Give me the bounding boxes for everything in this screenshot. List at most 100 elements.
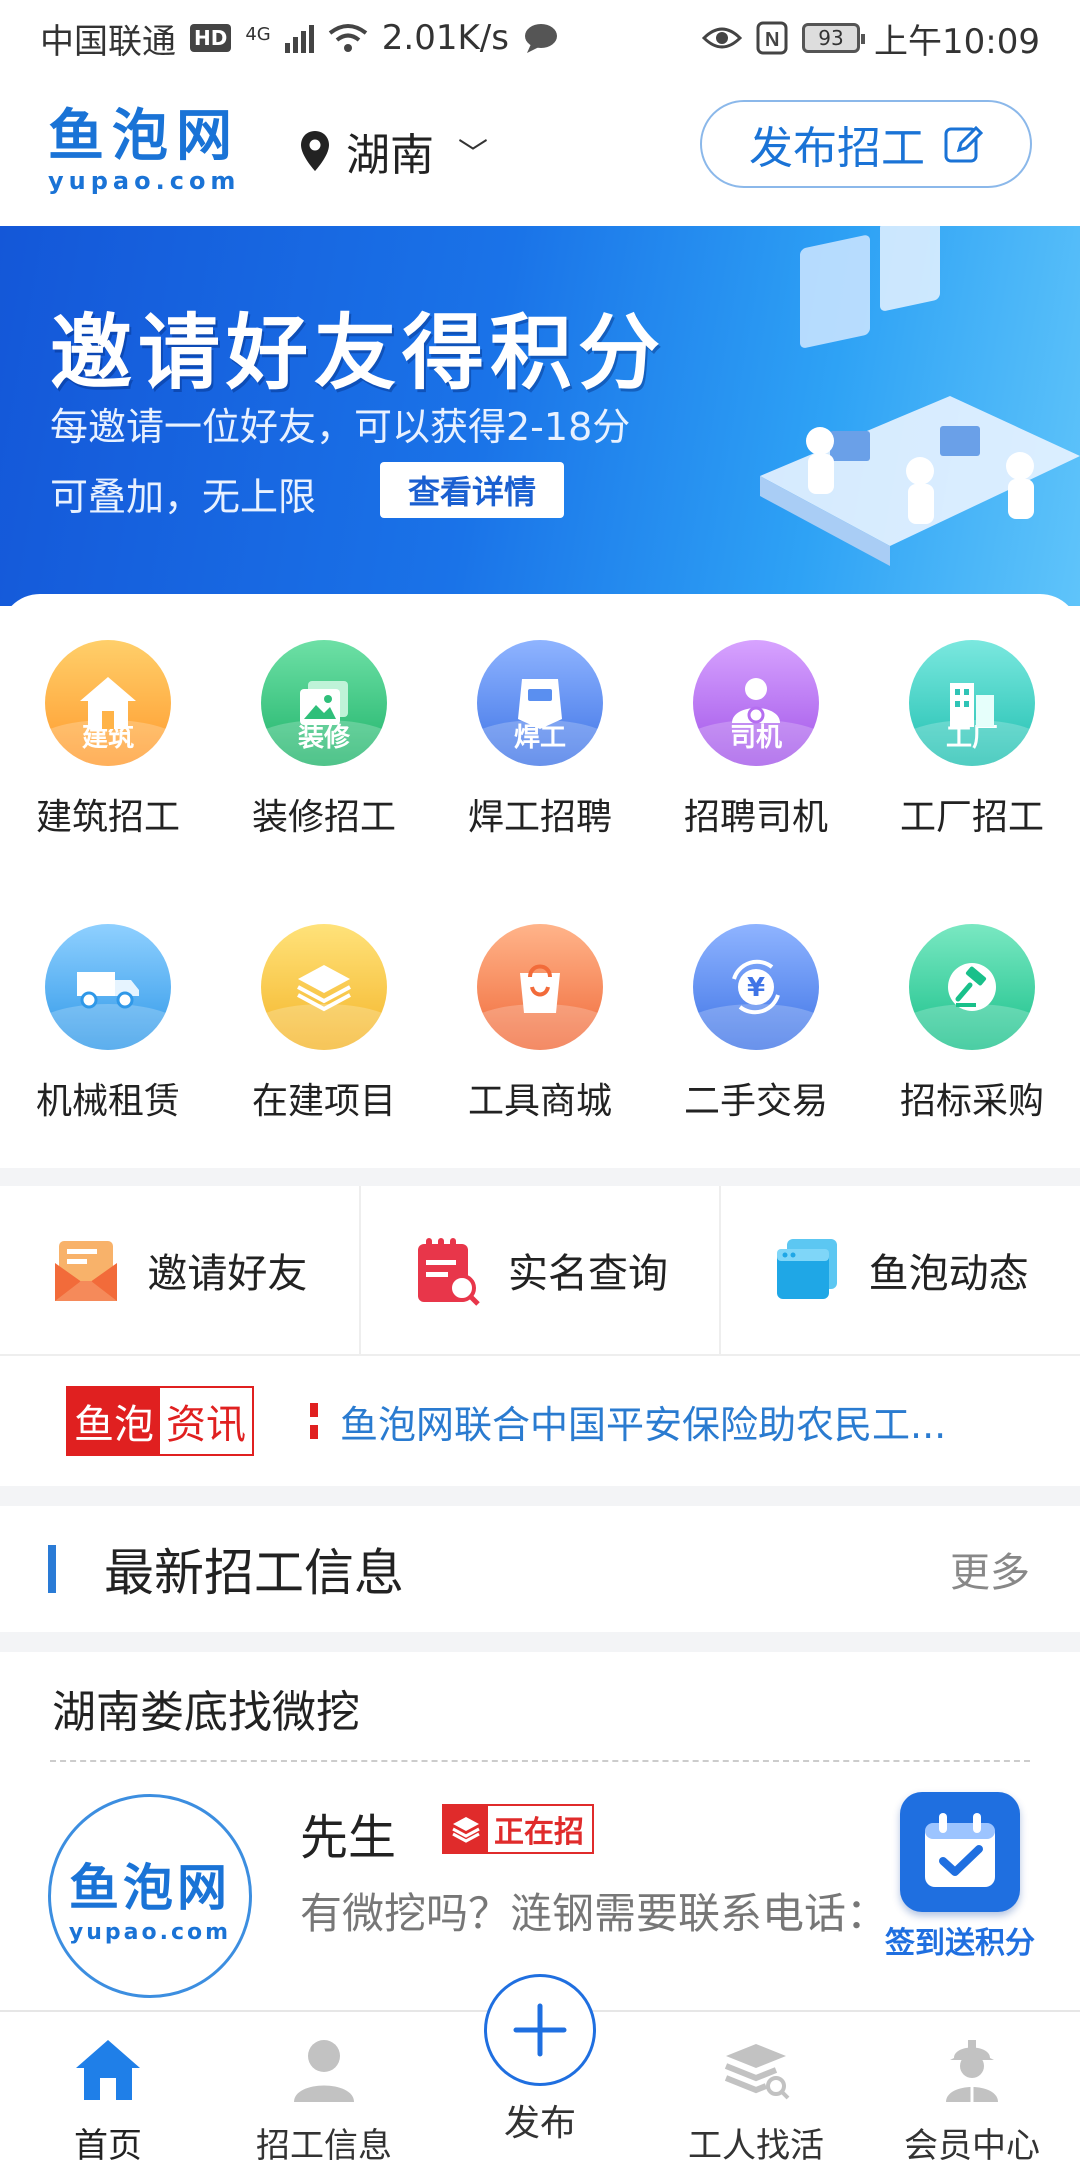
invite-envelope-icon bbox=[55, 1241, 118, 1301]
tab-member[interactable]: 会员中心 bbox=[864, 2012, 1080, 2160]
tab-label: 会员中心 bbox=[904, 2126, 1040, 2160]
category-label: 焊工招聘 bbox=[467, 797, 612, 838]
promo-banner[interactable]: 邀请好友得积分 每邀请一位好友，可以获得2-18分 可叠加，无上限 查看详情 bbox=[0, 226, 1080, 606]
category-label: 在建项目 bbox=[251, 1081, 396, 1122]
wifi-icon bbox=[328, 24, 367, 52]
section-divider bbox=[0, 1632, 1080, 1652]
category-grid: 建筑 建筑招工 装修 装修招工 焊工 焊工招聘 司机 招聘司机 工厂 工厂招工 机械租赁 在建项目工… bbox=[0, 594, 1080, 1168]
logo-cn: 鱼泡网 bbox=[48, 104, 240, 169]
nfc-icon: N bbox=[756, 21, 788, 55]
quick-link-id-search[interactable]: 实名查询 bbox=[361, 1186, 722, 1354]
books-search-icon bbox=[718, 2036, 794, 2104]
banner-subtitle-1: 每邀请一位好友，可以获得2-18分 bbox=[50, 405, 631, 449]
driver-icon: 司机 bbox=[693, 640, 819, 766]
avatar: 鱼泡网 yupao.com bbox=[48, 1794, 252, 1998]
tab-publish[interactable]: 发布 bbox=[432, 1974, 648, 2160]
category-label: 装修招工 bbox=[251, 797, 396, 838]
tab-label: 招工信息 bbox=[256, 2126, 392, 2160]
dashed-divider bbox=[50, 1760, 1030, 1762]
latest-jobs-header: 最新招工信息 更多 bbox=[0, 1506, 1080, 1632]
banner-details-button[interactable]: 查看详情 bbox=[380, 462, 564, 518]
network-speed: 2.01K/s bbox=[381, 18, 509, 58]
shopping-bag-icon bbox=[477, 924, 603, 1050]
welding-mask-icon: 焊工 bbox=[477, 640, 603, 766]
category-item[interactable]: ¥ 二手交易 bbox=[648, 924, 864, 1124]
tab-jobs[interactable]: 招工信息 bbox=[216, 2012, 432, 2160]
section-title: 最新招工信息 bbox=[104, 1544, 404, 1602]
plus-icon bbox=[484, 1974, 596, 2086]
hd-badge: HD bbox=[190, 24, 232, 52]
truck-icon bbox=[45, 924, 171, 1050]
post-job-label: 发布招工 bbox=[749, 123, 925, 174]
quick-link-label: 实名查询 bbox=[508, 1251, 668, 1297]
category-item[interactable]: 装修 装修招工 bbox=[216, 640, 432, 840]
category-item[interactable]: 焊工 焊工招聘 bbox=[432, 640, 648, 840]
signal-icon bbox=[284, 23, 314, 53]
user-icon bbox=[286, 2036, 362, 2104]
id-search-icon bbox=[418, 1238, 480, 1306]
category-label: 工具商城 bbox=[467, 1081, 612, 1122]
factory-icon: 工厂 bbox=[909, 640, 1035, 766]
office-illustration-icon bbox=[760, 226, 1080, 566]
tab-label: 首页 bbox=[74, 2126, 142, 2160]
news-separator-icon bbox=[310, 1403, 318, 1439]
category-item[interactable]: 招标采购 bbox=[864, 924, 1080, 1124]
status-badge: 正在招 bbox=[442, 1804, 594, 1854]
category-label: 工厂招工 bbox=[899, 797, 1044, 838]
network-type: 4G bbox=[245, 23, 271, 45]
eye-icon bbox=[702, 27, 743, 49]
more-link[interactable]: 更多 bbox=[950, 1540, 1030, 1598]
job-description: 有微挖吗？涟钢需要联系电话： bbox=[300, 1889, 889, 1938]
quick-link-label: 邀请好友 bbox=[147, 1251, 308, 1297]
news-badge-part-a: 鱼泡 bbox=[68, 1388, 160, 1454]
news-badge-part-b: 资讯 bbox=[160, 1388, 252, 1454]
news-ticker[interactable]: 鱼泡 资讯 鱼泡网联合中国平安保险助农民工... bbox=[0, 1356, 1080, 1486]
poster-name: 先生 bbox=[300, 1810, 397, 1866]
status-left: 中国联通 HD 4G 2.01K/s bbox=[40, 14, 559, 63]
location-selector[interactable]: 湖南 ﹀ bbox=[300, 119, 488, 183]
category-row-1: 建筑 建筑招工 装修 装修招工 焊工 焊工招聘 司机 招聘司机 工厂 工厂招工 bbox=[0, 640, 1080, 840]
quick-link-news[interactable]: 鱼泡动态 bbox=[721, 1186, 1080, 1354]
section-divider bbox=[0, 1486, 1080, 1506]
category-item[interactable]: 司机 招聘司机 bbox=[648, 640, 864, 840]
status-bar: 中国联通 HD 4G 2.01K/s N 93 上午10:09 bbox=[0, 0, 1080, 76]
picture-icon: 装修 bbox=[261, 640, 387, 766]
post-job-button[interactable]: 发布招工 bbox=[700, 100, 1032, 188]
category-label: 招聘司机 bbox=[683, 797, 828, 838]
category-label: 建筑招工 bbox=[35, 797, 180, 838]
category-label: 机械租赁 bbox=[35, 1081, 180, 1122]
checkin-float-button[interactable]: 签到送积分 bbox=[880, 1792, 1040, 1962]
avatar-logo-en: yupao.com bbox=[68, 1919, 232, 1945]
quick-link-invite[interactable]: 邀请好友 bbox=[0, 1186, 361, 1354]
edit-icon bbox=[944, 125, 983, 163]
header: 鱼泡网 yupao.com 湖南 ﹀ 发布招工 bbox=[0, 76, 1080, 226]
layers-icon bbox=[261, 924, 387, 1050]
category-item[interactable]: 在建项目 bbox=[216, 924, 432, 1124]
yuan-exchange-icon: ¥ bbox=[693, 924, 819, 1050]
news-headline[interactable]: 鱼泡网联合中国平安保险助农民工... bbox=[340, 1394, 1020, 1449]
status-label: 正在招 bbox=[494, 1815, 584, 1850]
tab-find-work[interactable]: 工人找活 bbox=[648, 2012, 864, 2160]
category-item[interactable]: 工具商城 bbox=[432, 924, 648, 1124]
section-accent-bar bbox=[48, 1545, 56, 1593]
calendar-check-icon bbox=[900, 1792, 1020, 1912]
quick-link-label: 鱼泡动态 bbox=[868, 1251, 1029, 1297]
chevron-down-icon: ﹀ bbox=[458, 137, 488, 172]
quick-links: 邀请好友 实名查询 鱼泡动态 bbox=[0, 1186, 1080, 1356]
stack-icon bbox=[444, 1806, 488, 1852]
clock: 上午10:09 bbox=[874, 21, 1040, 62]
location-label: 湖南 bbox=[346, 130, 434, 181]
category-item[interactable]: 工厂 工厂招工 bbox=[864, 640, 1080, 840]
status-right: N 93 上午10:09 bbox=[702, 14, 1040, 63]
worker-helmet-icon bbox=[934, 2036, 1010, 2104]
category-label: 招标采购 bbox=[899, 1081, 1044, 1122]
news-badge: 鱼泡 资讯 bbox=[66, 1386, 254, 1456]
carrier-label: 中国联通 bbox=[40, 21, 176, 62]
category-item[interactable]: 建筑 建筑招工 bbox=[0, 640, 216, 840]
app-logo: 鱼泡网 yupao.com bbox=[48, 104, 258, 196]
banner-title: 邀请好友得积分 bbox=[50, 306, 667, 401]
category-item[interactable]: 机械租赁 bbox=[0, 924, 216, 1124]
news-card-icon bbox=[776, 1239, 837, 1299]
svg-text:N: N bbox=[765, 29, 779, 51]
tab-home[interactable]: 首页 bbox=[0, 2012, 216, 2160]
